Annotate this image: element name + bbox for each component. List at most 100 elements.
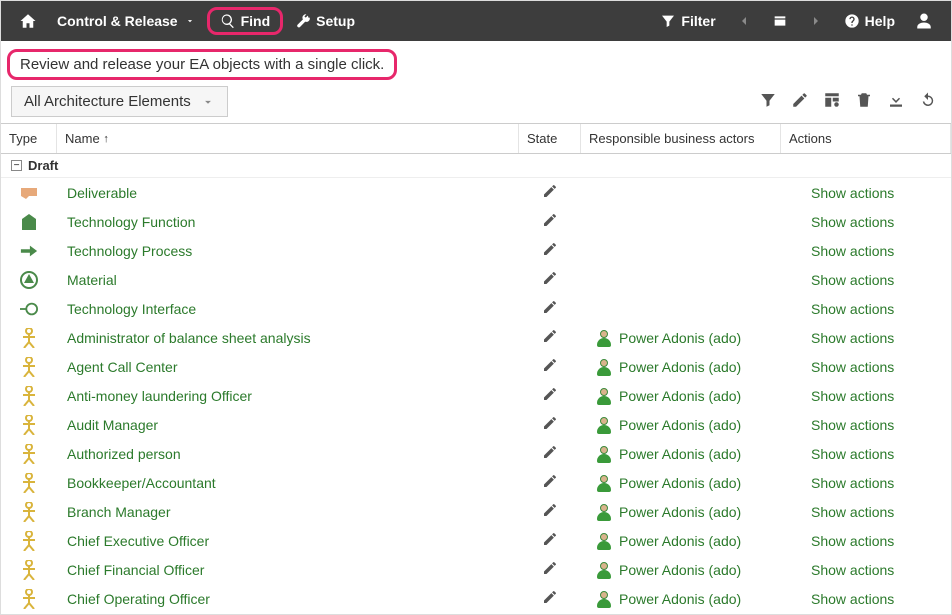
- show-actions-link[interactable]: Show actions: [811, 562, 894, 578]
- type-cell: [1, 445, 57, 463]
- state-cell[interactable]: [519, 502, 581, 521]
- col-resp[interactable]: Responsible business actors: [581, 124, 781, 153]
- show-actions-link[interactable]: Show actions: [811, 475, 894, 491]
- show-actions-link[interactable]: Show actions: [811, 330, 894, 346]
- object-link[interactable]: Chief Financial Officer: [67, 562, 204, 578]
- actor-link[interactable]: Power Adonis (ado): [619, 446, 741, 462]
- download-button[interactable]: [887, 91, 905, 112]
- object-link[interactable]: Branch Manager: [67, 504, 171, 520]
- search-icon: [220, 13, 236, 29]
- table-row: Chief Operating Officer Power Adonis (ado…: [1, 584, 951, 613]
- table-row: Bookkeeper/Accountant Power Adonis (ado) S…: [1, 468, 951, 497]
- actions-cell: Show actions: [781, 562, 951, 578]
- object-link[interactable]: Bookkeeper/Accountant: [67, 475, 216, 491]
- object-link[interactable]: Audit Manager: [67, 417, 158, 433]
- edit-button[interactable]: [791, 91, 809, 112]
- refresh-button[interactable]: [919, 91, 937, 112]
- group-row[interactable]: − Draft: [1, 154, 951, 178]
- object-link[interactable]: Chief Operating Officer: [67, 591, 210, 607]
- state-cell[interactable]: [519, 415, 581, 434]
- show-actions-link[interactable]: Show actions: [811, 533, 894, 549]
- state-cell[interactable]: [519, 241, 581, 260]
- state-cell[interactable]: [519, 357, 581, 376]
- state-cell[interactable]: [519, 270, 581, 289]
- object-link[interactable]: Anti-money laundering Officer: [67, 388, 252, 404]
- name-cell: Technology Interface: [57, 301, 519, 317]
- find-button[interactable]: Find: [207, 7, 284, 35]
- view-selector[interactable]: All Architecture Elements: [11, 86, 228, 117]
- table-scroll[interactable]: − Draft Deliverable Show actions Technolog…: [1, 154, 951, 615]
- pencil-icon: [542, 444, 558, 463]
- show-actions-link[interactable]: Show actions: [811, 417, 894, 433]
- state-cell[interactable]: [519, 212, 581, 231]
- actor-link[interactable]: Power Adonis (ado): [619, 591, 741, 607]
- actor-link[interactable]: Power Adonis (ado): [619, 388, 741, 404]
- avatar-icon: [595, 416, 613, 434]
- home-button[interactable]: [11, 8, 45, 34]
- actor-link[interactable]: Power Adonis (ado): [619, 359, 741, 375]
- show-actions-link[interactable]: Show actions: [811, 446, 894, 462]
- help-button[interactable]: Help: [836, 9, 903, 33]
- show-actions-link[interactable]: Show actions: [811, 243, 894, 259]
- state-cell[interactable]: [519, 299, 581, 318]
- col-name[interactable]: Name ↑: [57, 124, 519, 153]
- show-actions-link[interactable]: Show actions: [811, 591, 894, 607]
- show-actions-link[interactable]: Show actions: [811, 214, 894, 230]
- show-actions-link[interactable]: Show actions: [811, 272, 894, 288]
- state-cell[interactable]: [519, 386, 581, 405]
- actor-link[interactable]: Power Adonis (ado): [619, 533, 741, 549]
- col-actions[interactable]: Actions: [781, 124, 951, 153]
- show-actions-link[interactable]: Show actions: [811, 504, 894, 520]
- object-link[interactable]: Authorized person: [67, 446, 181, 462]
- state-cell[interactable]: [519, 531, 581, 550]
- show-actions-link[interactable]: Show actions: [811, 301, 894, 317]
- object-link[interactable]: Technology Interface: [67, 301, 196, 317]
- actor-link[interactable]: Power Adonis (ado): [619, 562, 741, 578]
- avatar-icon: [595, 474, 613, 492]
- window-icon: [772, 13, 788, 29]
- name-cell: Branch Manager: [57, 504, 519, 520]
- delete-button[interactable]: [855, 91, 873, 112]
- group-collapse-icon[interactable]: −: [11, 160, 22, 171]
- object-link[interactable]: Technology Process: [67, 243, 192, 259]
- type-cell: [1, 416, 57, 434]
- table-settings-button[interactable]: [823, 91, 841, 112]
- state-cell[interactable]: [519, 560, 581, 579]
- actor-link[interactable]: Power Adonis (ado): [619, 330, 741, 346]
- search-filter-button[interactable]: [759, 91, 777, 112]
- avatar-icon: [595, 445, 613, 463]
- actor-link[interactable]: Power Adonis (ado): [619, 417, 741, 433]
- object-link[interactable]: Deliverable: [67, 185, 137, 201]
- setup-button[interactable]: Setup: [287, 9, 363, 33]
- user-menu[interactable]: [907, 8, 941, 34]
- object-link[interactable]: Technology Function: [67, 214, 195, 230]
- state-cell[interactable]: [519, 328, 581, 347]
- nav-window-button[interactable]: [764, 9, 796, 33]
- show-actions-link[interactable]: Show actions: [811, 185, 894, 201]
- state-cell[interactable]: [519, 473, 581, 492]
- actor-link[interactable]: Power Adonis (ado): [619, 504, 741, 520]
- material-icon: [20, 271, 38, 289]
- object-link[interactable]: Administrator of balance sheet analysis: [67, 330, 311, 346]
- control-release-menu[interactable]: Control & Release: [49, 9, 203, 33]
- actions-cell: Show actions: [781, 272, 951, 288]
- state-cell[interactable]: [519, 589, 581, 608]
- object-link[interactable]: Chief Executive Officer: [67, 533, 209, 549]
- state-cell[interactable]: [519, 183, 581, 202]
- col-type[interactable]: Type: [1, 124, 57, 153]
- object-link[interactable]: Agent Call Center: [67, 359, 178, 375]
- actor-link[interactable]: Power Adonis (ado): [619, 475, 741, 491]
- avatar-icon: [595, 387, 613, 405]
- actor-cell: Power Adonis (ado): [581, 329, 781, 347]
- col-state[interactable]: State: [519, 124, 581, 153]
- show-actions-link[interactable]: Show actions: [811, 388, 894, 404]
- nav-forward-button: [800, 9, 832, 33]
- type-cell: [1, 532, 57, 550]
- filter-button[interactable]: Filter: [652, 9, 723, 33]
- state-cell[interactable]: [519, 444, 581, 463]
- actor-cell: Power Adonis (ado): [581, 532, 781, 550]
- type-cell: [1, 387, 57, 405]
- show-actions-link[interactable]: Show actions: [811, 359, 894, 375]
- object-link[interactable]: Material: [67, 272, 117, 288]
- actions-cell: Show actions: [781, 185, 951, 201]
